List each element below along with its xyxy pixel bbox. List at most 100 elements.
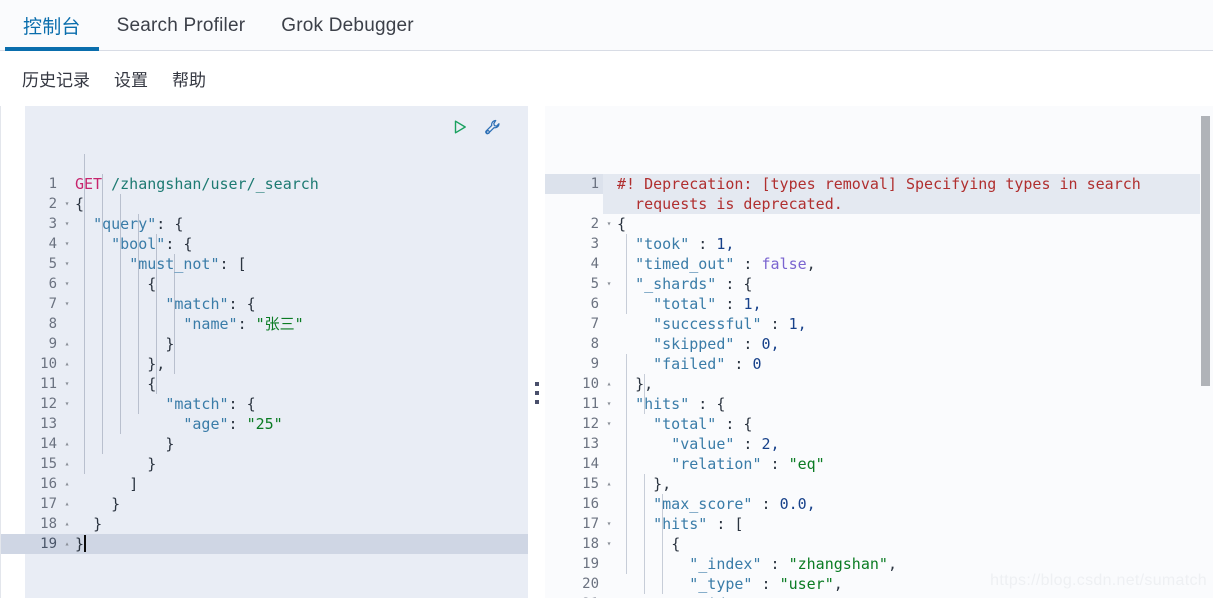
fold-open-icon[interactable]: ▾ bbox=[62, 234, 72, 254]
play-icon[interactable] bbox=[450, 117, 470, 137]
fold-close-icon[interactable]: ▴ bbox=[604, 474, 614, 494]
response-pane[interactable]: 1 #! Deprecation: [types removal] Specify… bbox=[545, 106, 1213, 598]
code-line-text: "bool": { bbox=[61, 234, 528, 254]
code-line[interactable]: 20 "_type" : "user", bbox=[545, 574, 1213, 594]
code-line[interactable]: 12 ▾ "match": { bbox=[1, 394, 528, 414]
fold-open-icon[interactable]: ▾ bbox=[604, 534, 614, 554]
code-line[interactable]: 17 ▾ "hits" : [ bbox=[545, 514, 1213, 534]
fold-open-icon[interactable]: ▾ bbox=[604, 214, 614, 234]
menu-item-0[interactable]: 历史记录 bbox=[22, 66, 90, 91]
line-number: 20 bbox=[582, 576, 599, 592]
token-punct: } bbox=[111, 495, 121, 513]
code-line[interactable]: 21 "_id" : "2", bbox=[545, 594, 1213, 598]
code-line-text: "hits" : [ bbox=[603, 514, 1213, 534]
fold-open-icon[interactable]: ▾ bbox=[62, 214, 72, 234]
code-line[interactable]: 2 ▾ { bbox=[1, 194, 528, 214]
code-line[interactable]: 4 "timed_out" : false, bbox=[545, 254, 1213, 274]
fold-open-icon[interactable]: ▾ bbox=[62, 274, 72, 294]
fold-open-icon[interactable]: ▾ bbox=[604, 394, 614, 414]
token-bool: false bbox=[761, 255, 807, 273]
code-line[interactable]: 6 "total" : 1, bbox=[545, 294, 1213, 314]
code-line[interactable]: 19 "_index" : "zhangshan", bbox=[545, 554, 1213, 574]
token-key: "successful" bbox=[653, 315, 762, 333]
code-line[interactable]: 9 ▴ } bbox=[1, 334, 528, 354]
fold-close-icon[interactable]: ▴ bbox=[62, 534, 72, 554]
code-line[interactable]: 13 "value" : 2, bbox=[545, 434, 1213, 454]
fold-open-icon[interactable]: ▾ bbox=[62, 254, 72, 274]
code-line-text: "match": { bbox=[61, 394, 528, 414]
code-line[interactable]: 18 ▾ { bbox=[545, 534, 1213, 554]
fold-close-icon[interactable]: ▴ bbox=[62, 514, 72, 534]
code-line[interactable]: 7 "successful" : 1, bbox=[545, 314, 1213, 334]
code-line[interactable]: 11 ▾ "hits" : { bbox=[545, 394, 1213, 414]
token-key: "relation" bbox=[671, 455, 762, 473]
code-line[interactable]: 19 ▴} bbox=[1, 534, 528, 554]
code-line[interactable]: 10 ▴ }, bbox=[1, 354, 528, 374]
fold-close-icon[interactable]: ▴ bbox=[62, 434, 72, 454]
token-punct: , bbox=[887, 555, 897, 573]
code-line[interactable]: 1 GET /zhangshan/user/_search bbox=[1, 174, 528, 194]
fold-open-icon[interactable]: ▾ bbox=[62, 374, 72, 394]
code-line[interactable]: 14 ▴ } bbox=[1, 434, 528, 454]
code-line[interactable]: 11 ▾ { bbox=[1, 374, 528, 394]
code-line[interactable]: 12 ▾ "total" : { bbox=[545, 414, 1213, 434]
fold-close-icon[interactable]: ▴ bbox=[62, 474, 72, 494]
fold-open-icon[interactable]: ▾ bbox=[62, 194, 72, 214]
response-scrollbar-thumb[interactable] bbox=[1201, 116, 1210, 386]
code-line[interactable]: 1 #! Deprecation: [types removal] Specify… bbox=[545, 174, 1213, 214]
code-line[interactable]: 9 "failed" : 0 bbox=[545, 354, 1213, 374]
line-number: 18 ▾ bbox=[545, 534, 611, 554]
pane-splitter[interactable] bbox=[528, 106, 545, 598]
code-line[interactable]: 15 ▴ } bbox=[1, 454, 528, 474]
code-line[interactable]: 7 ▾ "match": { bbox=[1, 294, 528, 314]
code-line[interactable]: 13 "age": "25" bbox=[1, 414, 528, 434]
code-line[interactable]: 14 "relation" : "eq" bbox=[545, 454, 1213, 474]
token-punct: : bbox=[725, 355, 753, 373]
tab-0[interactable]: 控制台 bbox=[5, 0, 99, 51]
fold-close-icon[interactable]: ▴ bbox=[604, 374, 614, 394]
line-number: 3 bbox=[590, 236, 599, 252]
fold-open-icon[interactable]: ▾ bbox=[604, 414, 614, 434]
code-line[interactable]: 16 "max_score" : 0.0, bbox=[545, 494, 1213, 514]
code-line[interactable]: 18 ▴ } bbox=[1, 514, 528, 534]
response-code[interactable]: 1 #! Deprecation: [types removal] Specify… bbox=[545, 114, 1213, 598]
menu-item-1[interactable]: 设置 bbox=[114, 66, 148, 91]
code-line[interactable]: 6 ▾ { bbox=[1, 274, 528, 294]
fold-open-icon[interactable]: ▾ bbox=[62, 394, 72, 414]
menu-item-2[interactable]: 帮助 bbox=[172, 66, 206, 91]
tab-2[interactable]: Grok Debugger bbox=[263, 0, 432, 51]
fold-close-icon[interactable]: ▴ bbox=[62, 454, 72, 474]
fold-open-icon[interactable]: ▾ bbox=[604, 514, 614, 534]
code-line[interactable]: 5 ▾ "must_not": [ bbox=[1, 254, 528, 274]
code-line[interactable]: 3 ▾ "query": { bbox=[1, 214, 528, 234]
fold-close-icon[interactable]: ▴ bbox=[62, 354, 72, 374]
fold-close-icon[interactable]: ▴ bbox=[62, 494, 72, 514]
fold-close-icon[interactable]: ▴ bbox=[62, 334, 72, 354]
fold-open-icon[interactable]: ▾ bbox=[604, 274, 614, 294]
code-line[interactable]: 3 "took" : 1, bbox=[545, 234, 1213, 254]
code-line[interactable]: 8 "skipped" : 0, bbox=[545, 334, 1213, 354]
code-line[interactable]: 17 ▴ } bbox=[1, 494, 528, 514]
fold-open-icon[interactable]: ▾ bbox=[62, 294, 72, 314]
code-line[interactable]: 5 ▾ "_shards" : { bbox=[545, 274, 1213, 294]
code-line[interactable]: 10 ▴ }, bbox=[545, 374, 1213, 394]
code-line[interactable]: 8 "name": "张三" bbox=[1, 314, 528, 334]
code-line-text: "relation" : "eq" bbox=[603, 454, 1213, 474]
code-line[interactable]: 2 ▾ { bbox=[545, 214, 1213, 234]
token-punct: : bbox=[237, 315, 256, 333]
splitter-grip-icon[interactable] bbox=[534, 382, 539, 404]
request-code[interactable]: 1 GET /zhangshan/user/_search 2 ▾{3 ▾ "query… bbox=[1, 114, 528, 554]
tab-1[interactable]: Search Profiler bbox=[99, 0, 264, 51]
wrench-icon[interactable] bbox=[482, 117, 502, 137]
code-line[interactable]: 16 ▴ ] bbox=[1, 474, 528, 494]
code-line[interactable]: 15 ▴ }, bbox=[545, 474, 1213, 494]
code-line[interactable]: 4 ▾ "bool": { bbox=[1, 234, 528, 254]
line-number: 10 ▴ bbox=[1, 354, 69, 374]
request-pane[interactable]: 1 GET /zhangshan/user/_search 2 ▾{3 ▾ "query… bbox=[0, 106, 528, 598]
